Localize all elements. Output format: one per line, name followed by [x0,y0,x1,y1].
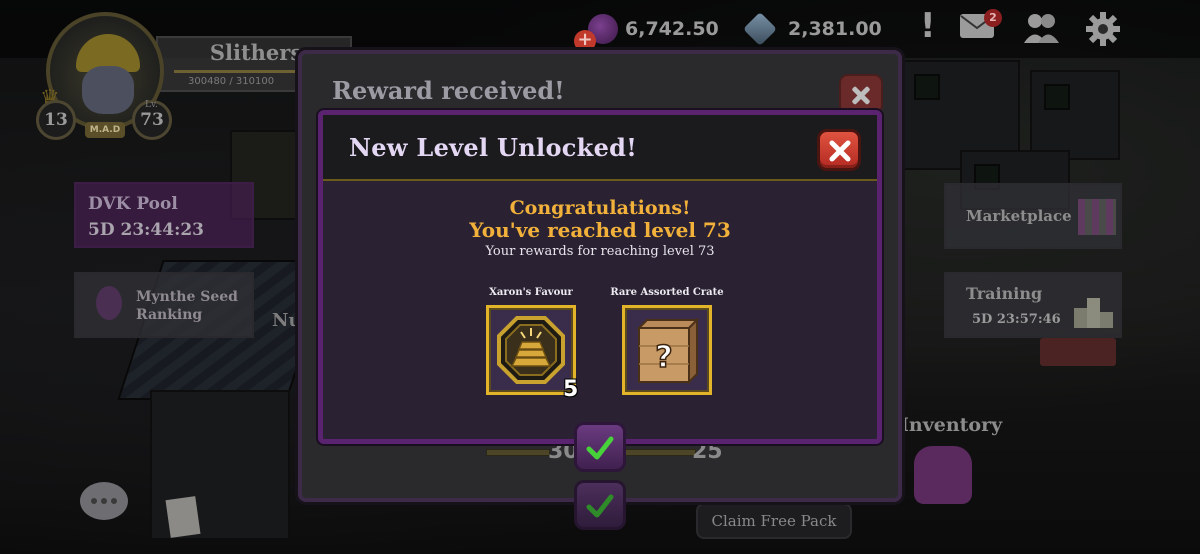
friends-icon[interactable] [1022,12,1060,48]
claim-free-pack-button[interactable]: Claim Free Pack [696,503,852,539]
level-tag: Lv. [145,100,158,110]
congratulations-text: Congratulations! [509,197,691,219]
settings-gear-icon[interactable] [1085,11,1121,51]
reward-received-confirm-button[interactable] [574,480,626,530]
rewards-subtitle: Your rewards for reaching level 73 [485,244,715,259]
add-currency-button[interactable]: + [574,30,596,52]
premium-currency-amount: 6,742.50 [625,18,719,40]
background-sign [1040,338,1116,366]
checkmark-icon [586,494,614,518]
rank-level-badge: 13 [36,100,76,140]
guild-tag: M.A.D [85,122,125,138]
gem-icon [743,12,777,46]
podium-icon [1074,292,1114,328]
avatar-face [82,66,134,114]
reward-received-close-button[interactable] [839,74,883,114]
seed-icon [96,286,122,320]
market-stall-icon [1078,199,1116,235]
back-progress-bar-left [486,449,550,456]
backpack-icon[interactable] [914,446,972,504]
notice-paper-icon [165,496,201,538]
gold-bars-emblem-icon [497,316,565,384]
reward-name: Rare Assorted Crate [610,287,724,298]
player-xp-text: 300480 / 310100 [188,76,275,87]
marketplace-panel[interactable]: Marketplace [944,183,1122,249]
new-level-unlocked-modal: New Level Unlocked! Congratulations! You… [318,110,882,444]
close-icon [829,140,851,162]
modal-title: New Level Unlocked! [349,133,638,162]
reward-received-title: Reward received! [332,76,565,105]
chat-bubble-icon[interactable] [80,482,128,520]
reward-name: Xaron's Favour [489,287,573,298]
marketplace-label: Marketplace [966,207,1072,225]
training-title: Training [966,284,1043,303]
training-timer: 5D 23:57:46 [972,312,1061,327]
mail-count-badge: 2 [984,9,1002,27]
modal-header: New Level Unlocked! [323,115,877,181]
reward-slot-rare-assorted-crate[interactable]: ? [622,305,712,395]
confirm-button[interactable] [574,422,626,472]
inventory-label[interactable]: Inventory [900,414,1002,436]
back-progress-bar-right [624,449,696,456]
dvk-pool-timer: 5D 23:44:23 [88,220,205,240]
gem-currency-amount: 2,381.00 [788,18,882,40]
mynthe-seed-ranking-label: Mynthe Seed Ranking [136,289,238,323]
mystery-crate-icon: ? [636,317,700,385]
checkmark-icon [586,436,614,460]
reached-level-text: You've reached level 73 [469,218,731,242]
alert-icon[interactable]: ! [920,6,936,46]
dvk-pool-title: DVK Pool [88,194,178,214]
training-panel[interactable]: Training 5D 23:57:46 [944,272,1122,338]
reward-quantity: 5 [563,377,579,402]
mynthe-seed-ranking-panel[interactable]: Mynthe Seed Ranking [74,272,254,338]
svg-text:?: ? [655,340,672,375]
close-button[interactable] [817,129,861,171]
dvk-pool-panel[interactable]: DVK Pool 5D 23:44:23 [74,182,254,248]
